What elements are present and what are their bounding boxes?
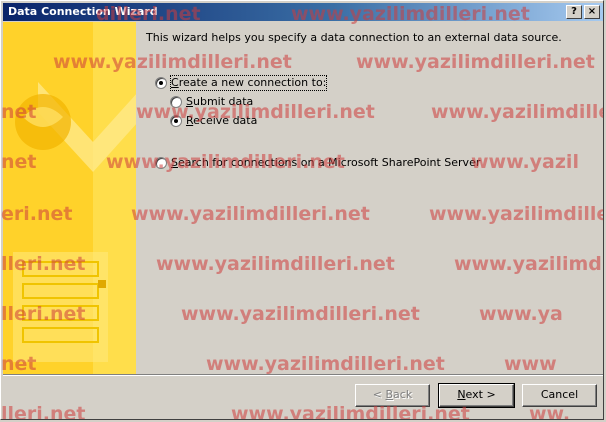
radio-circle[interactable]	[170, 115, 182, 127]
watermark-text: lleri.net	[1, 403, 86, 420]
wizard-side-graphic	[3, 22, 136, 374]
radio-circle[interactable]	[170, 96, 182, 108]
watermark-text: www.yazilimdilleri.net	[356, 51, 595, 73]
back-button[interactable]: < Back	[355, 384, 430, 407]
intro-text: This wizard helps you specify a data con…	[146, 31, 562, 44]
title-bar: Data Connection Wizard ? ×	[3, 3, 603, 21]
submit-data-label: Submit data	[186, 95, 254, 108]
watermark-text: www.yazil	[471, 151, 579, 173]
footer-divider	[3, 374, 603, 376]
watermark-text: www.yazilimdilleri.net	[429, 203, 603, 225]
watermark-text: www.yazilimdilleri.net	[131, 203, 370, 225]
watermark-text: www.ya	[479, 303, 563, 325]
watermark-text: www.yazilimdilleri.net	[181, 303, 420, 325]
wizard-graphic-icon	[3, 22, 136, 374]
search-sharepoint-label: Search for connections on a Microsoft Sh…	[171, 156, 481, 169]
radio-circle[interactable]	[155, 157, 167, 169]
create-new-connection-label: Create a new connection to:	[169, 75, 328, 91]
watermark-text: www.yazilimdilleri.net	[454, 253, 603, 275]
window-title: Data Connection Wizard	[8, 5, 158, 18]
receive-data-label: Receive data	[186, 114, 258, 127]
watermark-text: www.yazilimdilleri.net	[231, 403, 470, 420]
next-button[interactable]: Next >	[438, 383, 515, 408]
radio-circle[interactable]	[155, 77, 167, 89]
data-connection-wizard-window: Data Connection Wizard ? × This wizard h…	[0, 0, 604, 420]
close-button[interactable]: ×	[584, 5, 600, 19]
watermark-text: www.yazilimdilleri.net	[206, 353, 445, 375]
cancel-button[interactable]: Cancel	[522, 384, 597, 407]
watermark-text: www.yazilimdilleri.net	[156, 253, 395, 275]
help-button[interactable]: ?	[566, 5, 582, 19]
watermark-text: www.yazilimdilleri.net	[431, 101, 603, 123]
watermark-text: www	[504, 353, 557, 375]
